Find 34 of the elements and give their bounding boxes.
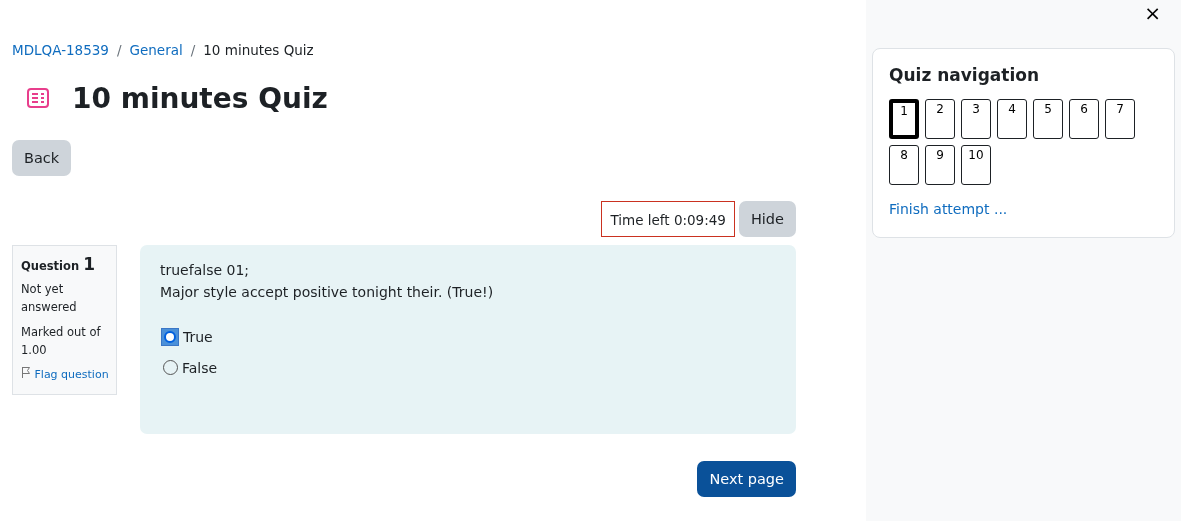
breadcrumb-current: 10 minutes Quiz <box>203 42 314 58</box>
question-nav-button[interactable]: 10 <box>961 145 991 185</box>
question-nav-button[interactable]: 1 <box>889 99 919 139</box>
breadcrumb-separator: / <box>116 42 122 58</box>
page-title: 10 minutes Quiz <box>72 81 328 115</box>
finish-attempt-link[interactable]: Finish attempt ... <box>889 201 1158 217</box>
option-label[interactable]: False <box>182 359 218 376</box>
navigation-title: Quiz navigation <box>889 65 1041 85</box>
option-label[interactable]: True <box>183 328 213 345</box>
question-number: Question 1 <box>21 254 96 274</box>
question-text: truefalse 01; <box>160 261 251 280</box>
question-text: Major style accept positive tonight their. (True!) <box>160 283 495 302</box>
close-button[interactable]: × <box>1144 0 1175 26</box>
quiz-icon <box>26 86 50 110</box>
question-nav-button[interactable]: 6 <box>1069 99 1099 139</box>
hide-button[interactable]: Hide <box>738 201 796 237</box>
next-page-button[interactable]: Next page <box>697 461 796 497</box>
time-left: Time left 0:09:49 <box>601 201 735 237</box>
question-nav-button[interactable]: 8 <box>889 145 919 185</box>
breadcrumb-separator: / <box>190 42 196 58</box>
flag-question-link[interactable]: Flag question <box>21 365 108 381</box>
question-nav-button[interactable]: 3 <box>961 99 991 139</box>
back-button[interactable]: Back <box>12 140 72 176</box>
question-status: Not yet answered <box>21 281 78 317</box>
breadcrumb-link[interactable]: General <box>129 42 183 58</box>
breadcrumb-link[interactable]: MDLQA-18539 <box>12 42 109 58</box>
radio-button[interactable] <box>161 327 179 346</box>
question-nav-button[interactable]: 4 <box>997 99 1027 139</box>
flag-icon <box>21 365 31 378</box>
question-nav-button[interactable]: 5 <box>1033 99 1063 139</box>
question-nav-button[interactable]: 9 <box>925 145 955 185</box>
question-nav-button[interactable]: 2 <box>925 99 955 139</box>
question-nav-button[interactable]: 7 <box>1105 99 1135 139</box>
question-marks: Marked out of 1.00 <box>21 323 102 360</box>
